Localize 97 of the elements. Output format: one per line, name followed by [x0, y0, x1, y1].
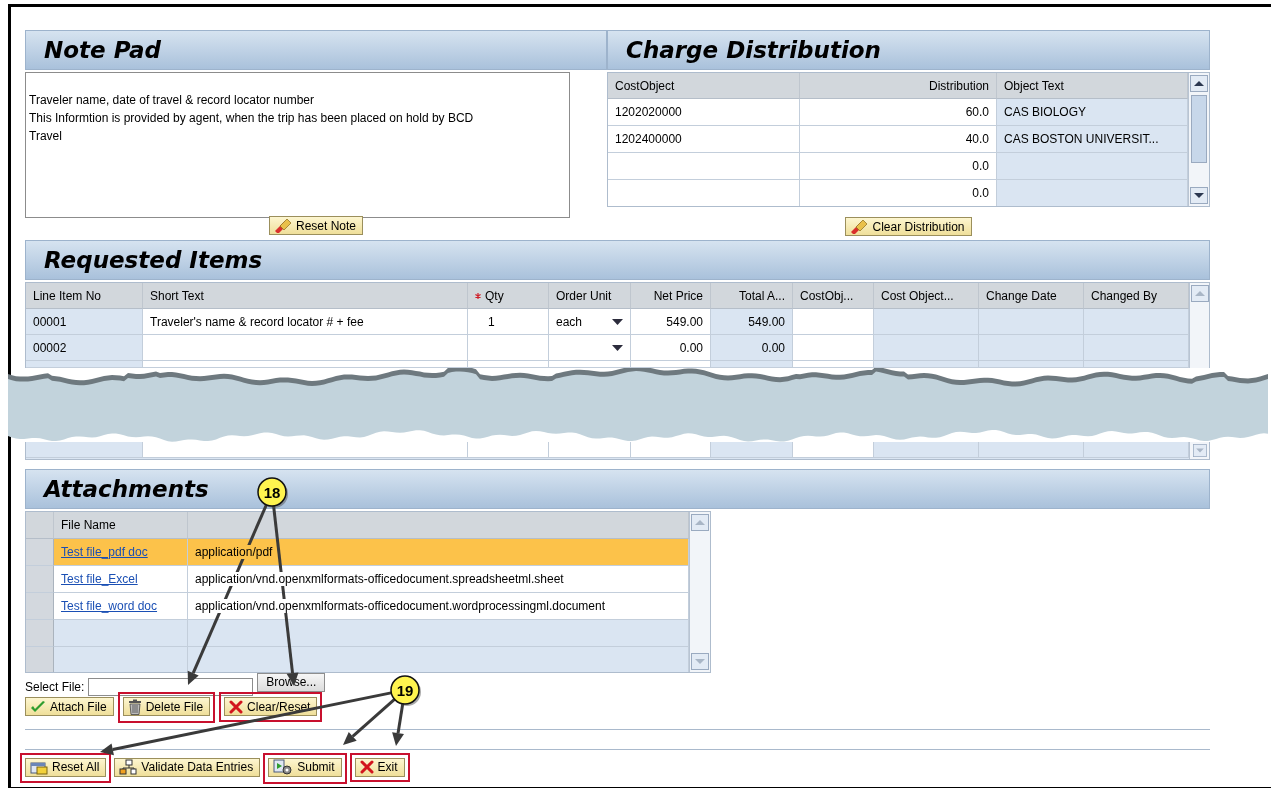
input-field[interactable] — [549, 361, 631, 368]
scroll-up-icon[interactable] — [1190, 75, 1208, 92]
table-cell: application/vnd.openxmlformats-officedocument.spreadsheetml.sheet — [188, 566, 689, 593]
input-field[interactable] — [793, 309, 874, 335]
column-header: Changed By — [1084, 283, 1189, 309]
row-selector[interactable] — [26, 566, 54, 593]
caret-icon — [612, 318, 623, 325]
scroll-thumb[interactable] — [1191, 95, 1207, 163]
eraser-icon — [274, 217, 292, 234]
input-field[interactable]: Traveler's name & record locator # + fee — [143, 309, 468, 335]
submit-button[interactable]: Submit — [268, 757, 342, 777]
clear-distribution-button[interactable]: Clear Distribution — [845, 217, 972, 237]
row-selector-header — [26, 512, 54, 539]
file-link[interactable]: Test file_word doc — [61, 599, 158, 613]
callout-badge: 19 — [390, 675, 421, 706]
file-link[interactable]: Test file_pdf doc — [61, 545, 148, 559]
column-header: Short Text — [143, 283, 468, 309]
validate-button[interactable]: Validate Data Entries — [114, 757, 261, 777]
input-field[interactable]: 1 — [468, 309, 549, 335]
dropdown-field[interactable]: each — [549, 309, 631, 335]
input-field[interactable]: 0.00 — [631, 335, 711, 361]
input-field[interactable] — [608, 180, 800, 206]
eraser-icon — [850, 218, 869, 235]
hierarchy-icon — [119, 759, 138, 775]
column-header: Line Item No — [26, 283, 143, 309]
input-field[interactable]: 0.0 — [800, 153, 997, 180]
reset-all-button[interactable]: Reset All — [25, 757, 107, 777]
table-cell: CAS BOSTON UNIVERSIT... — [997, 126, 1188, 153]
attach-file-button[interactable]: Attach File — [25, 697, 114, 716]
table-cell: application/vnd.openxmlformats-officedocument.wordprocessingml.document — [188, 593, 689, 620]
input-field[interactable]: 1202400000 — [608, 126, 800, 153]
table-cell: CAS BIOLOGY — [997, 99, 1188, 126]
field-label: Select File: — [25, 680, 85, 694]
panel-title: Charge Distribution — [626, 37, 881, 63]
table-cell: 0.00 — [711, 335, 793, 361]
exit-button[interactable]: Exit — [354, 757, 405, 777]
column-header: Change Date — [979, 283, 1084, 309]
input-field[interactable] — [608, 153, 800, 180]
column-header: Net Price — [631, 283, 711, 309]
panel-title: Note Pad — [44, 37, 162, 63]
column-header: CostObject — [608, 73, 800, 99]
scroll-down-icon[interactable] — [1190, 187, 1208, 204]
input-field[interactable] — [468, 442, 549, 458]
column-header: CostObj... — [793, 283, 874, 309]
input-field[interactable] — [143, 361, 468, 368]
input-field[interactable] — [143, 442, 468, 458]
column-header: Cost Object... — [874, 283, 979, 309]
input-field[interactable] — [143, 335, 468, 361]
input-field[interactable] — [793, 442, 874, 458]
input-field[interactable]: 549.00 — [631, 309, 711, 335]
dropdown-field[interactable] — [549, 335, 631, 361]
panel-title: Attachments — [44, 476, 209, 502]
clear-reset-button[interactable]: Clear/Reset — [224, 697, 318, 716]
header-label: Qty — [485, 288, 504, 303]
reset-note-button[interactable]: Reset Note — [269, 216, 363, 236]
input-field[interactable] — [631, 361, 711, 368]
row-selector[interactable] — [26, 620, 54, 647]
trash-icon — [127, 698, 142, 715]
column-header: Distribution — [800, 73, 997, 99]
row-selector[interactable] — [26, 539, 54, 566]
input-field[interactable] — [793, 361, 874, 368]
input-field[interactable] — [549, 442, 631, 458]
input-field[interactable]: 0.0 — [800, 180, 997, 206]
table-row[interactable]: Test file_pdf doc application/pdf — [26, 539, 689, 566]
row-selector[interactable] — [26, 647, 54, 672]
row-selector[interactable] — [26, 593, 54, 620]
gear-icon — [273, 758, 294, 776]
scrollbar[interactable] — [1188, 73, 1209, 206]
input-field[interactable] — [468, 361, 549, 368]
cross-icon — [359, 760, 374, 774]
table-row[interactable]: Test file_word doc application/vnd.openxmlformats-officedocument.wordprocessingml.document — [26, 593, 689, 620]
table-cell: 00001 — [26, 309, 143, 335]
scrollbar[interactable] — [1189, 283, 1209, 368]
input-field[interactable] — [631, 442, 711, 458]
note-text-area[interactable]: Traveler name, date of travel & record locator number This Informtion is provided by agent, when the trip has been placed on hold by BCD Travel — [25, 72, 570, 218]
check-icon — [30, 699, 46, 714]
input-field[interactable] — [793, 335, 874, 361]
input-field[interactable]: 1202020000 — [608, 99, 800, 126]
column-header: File Name — [54, 512, 188, 539]
table-row[interactable]: Test file_Excel application/vnd.openxmlformats-officedocument.spreadsheetml.sheet — [26, 566, 689, 593]
dropdown-value: each — [556, 314, 583, 329]
input-field[interactable] — [468, 335, 549, 361]
window-icon — [30, 759, 48, 775]
caret-icon — [612, 344, 623, 351]
cross-icon — [229, 699, 244, 714]
panel-title: Requested Items — [44, 247, 263, 273]
file-link[interactable]: Test file_Excel — [61, 572, 138, 586]
column-header: Total A... — [711, 283, 793, 309]
required-icon — [475, 292, 481, 299]
column-header: Order Unit — [549, 283, 631, 309]
table-cell: 00002 — [26, 335, 143, 361]
input-field[interactable]: 40.0 — [800, 126, 997, 153]
input-field[interactable]: 60.0 — [800, 99, 997, 126]
delete-file-button[interactable]: Delete File — [122, 697, 211, 716]
table-cell: 549.00 — [711, 309, 793, 335]
callout-badge: 18 — [257, 477, 288, 508]
column-header: Object Text — [997, 73, 1188, 99]
